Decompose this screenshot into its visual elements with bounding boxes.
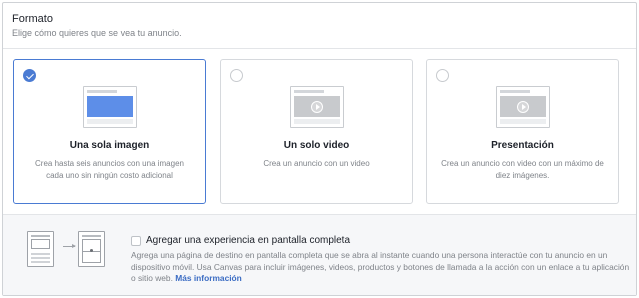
card-description: Crea hasta seis anuncios con una imagen … <box>35 159 184 180</box>
card-title: Una sola imagen <box>69 140 150 151</box>
fullscreen-checkbox[interactable] <box>131 236 141 246</box>
radio-button[interactable] <box>230 69 243 82</box>
format-card-slideshow[interactable]: Presentación Crea un anuncio con video c… <box>426 59 619 204</box>
slideshow-icon <box>495 86 550 128</box>
format-header: Formato Elige cómo quieres que se vea tu… <box>12 13 182 38</box>
format-title: Formato <box>12 13 53 25</box>
arrow-right-icon <box>63 244 76 248</box>
more-info-link[interactable]: Más información <box>175 273 242 283</box>
selected-check-icon[interactable] <box>23 69 36 82</box>
mobile-ad-icon <box>27 231 54 267</box>
card-description: Crea un anuncio con video con un máximo … <box>441 159 604 180</box>
card-title: Un solo video <box>283 140 350 151</box>
fullscreen-title[interactable]: Agregar una experiencia en pantalla comp… <box>146 235 350 246</box>
header-divider <box>3 48 636 49</box>
play-icon <box>310 100 323 113</box>
format-card-single-image[interactable]: Una sola imagen Crea hasta seis anuncios… <box>13 59 206 204</box>
video-icon <box>289 86 344 128</box>
canvas-page-icon <box>78 231 105 267</box>
card-description: Crea un anuncio con un video <box>263 159 370 168</box>
single-image-icon <box>82 86 137 128</box>
radio-button[interactable] <box>436 69 449 82</box>
format-panel: Formato Elige cómo quieres que se vea tu… <box>2 2 637 296</box>
play-icon <box>516 100 529 113</box>
format-card-single-video[interactable]: Un solo video Crea un anuncio con un vid… <box>220 59 413 204</box>
card-title: Presentación <box>491 140 554 151</box>
format-subtitle: Elige cómo quieres que se vea tu anuncio… <box>12 28 182 38</box>
fullscreen-description: Agrega una página de destino en pantalla… <box>131 250 631 285</box>
fullscreen-section: Agregar una experiencia en pantalla comp… <box>3 214 636 295</box>
